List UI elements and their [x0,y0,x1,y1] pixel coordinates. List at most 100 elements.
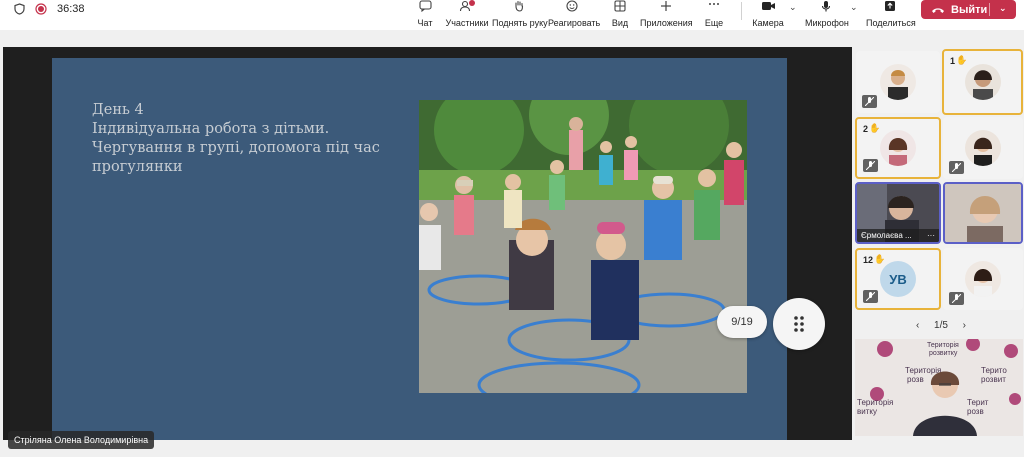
backdrop-text: Терито [981,366,1007,375]
camera-icon [761,2,775,10]
mic-button[interactable]: Микрофон [805,0,849,30]
view-label: Вид [611,18,629,28]
backdrop-text: витку [857,407,877,416]
avatar [880,130,916,166]
record-icon [35,3,47,15]
participant-tile[interactable] [856,51,940,113]
mic-muted-icon [863,159,878,172]
slide-line-1: День 4 [92,102,144,118]
emoji-icon [566,0,578,12]
view-button[interactable]: Вид [608,0,632,30]
slide-grid-button[interactable] [773,298,825,350]
backdrop-text: Територія [905,366,941,375]
self-video-tile[interactable]: Територія розвитку Територія розв Терито… [855,339,1023,436]
pager-next-icon[interactable]: › [963,320,966,331]
slide-line-3: Чергування в групі, допомога під час [92,140,380,156]
participant-pager: ‹ 1/5 › [916,318,966,332]
hand-icon [515,0,524,12]
dots-grid-icon [794,316,804,332]
react-label: Реагировать [548,18,601,28]
mic-muted-icon [863,290,878,303]
view-grid-icon [614,0,626,12]
raised-hand-icon: ✋ [869,123,881,133]
pager-label: 1/5 [934,319,948,331]
participant-name: Єрмолаєва ... [861,231,912,240]
mic-muted-icon [862,95,877,108]
backdrop-text: Територія [857,398,893,407]
hand-queue-number: 2 [863,123,869,134]
participants-label: Участники [445,18,489,28]
slide-text: День 4 Індивідуальна робота з дітьми. Че… [92,101,392,177]
more-button[interactable]: Еще [702,0,726,30]
mic-muted-icon [949,161,964,174]
toolbar-left: 36:38 [14,0,85,18]
backdrop-text: розвитку [929,350,958,357]
mic-muted-icon [949,292,964,305]
presenter-name-tag: Стріляна Олена Володимирівна [8,431,155,449]
participants-button[interactable]: Участники [444,0,490,30]
chat-icon [418,0,432,12]
raise-hand-label: Поднять руку [492,18,548,28]
backdrop-text: Терит [967,398,989,407]
avatar [880,64,916,100]
mic-options-chevron-icon[interactable]: ⌄ [850,2,858,13]
hand-queue-number: 1 [950,55,956,66]
apps-plus-icon [661,1,671,11]
slide-counter: 9/19 [717,306,767,338]
participant-tile[interactable]: 2 ✋ [855,117,941,179]
chat-label: Чат [417,18,433,28]
backdrop-text: розв [967,407,984,416]
camera-button[interactable]: Камера [752,0,784,30]
meeting-toolbar: 36:38 Чат Участники Поднять руку Реагиро… [0,0,1024,30]
leave-options-chevron-icon[interactable]: ⌄ [999,3,1007,14]
camera-label: Камера [752,18,784,28]
toolbar-divider [741,2,742,20]
shared-content-stage: День 4 Індивідуальна робота з дітьми. Че… [3,47,852,440]
chat-button[interactable]: Чат [412,0,438,30]
avatar-initials: УВ [880,261,916,297]
participant-tile[interactable] [943,248,1023,310]
shield-icon [14,3,25,15]
avatar [965,130,1001,166]
mic-label: Микрофон [805,18,849,28]
participant-video-tile[interactable] [943,182,1023,244]
more-label: Еще [704,18,724,28]
participant-tile[interactable]: 1 ✋ [942,49,1023,115]
camera-options-chevron-icon[interactable]: ⌄ [789,2,797,13]
avatar [964,64,1001,100]
presentation-slide: День 4 Індивідуальна робота з дітьми. Че… [52,58,787,440]
backdrop-text: Територія [927,341,959,349]
raised-hand-icon: ✋ [956,55,968,65]
backdrop-text: розв [907,375,924,384]
hand-queue-number: 12 [863,254,874,265]
share-screen-icon [885,1,895,11]
participant-video-tile[interactable]: Єрмолаєва ... ··· [855,182,941,244]
participant-name-bar: Єрмолаєва ... ··· [857,229,939,242]
participant-video [945,184,1021,242]
participant-more-icon[interactable]: ··· [927,231,935,240]
slide-line-4: прогулянки [92,159,183,175]
participant-tile[interactable] [943,117,1023,179]
share-button[interactable]: Поделиться [866,0,916,30]
pager-prev-icon[interactable]: ‹ [916,320,919,331]
apps-label: Приложения [640,18,693,28]
meeting-timer: 36:38 [57,3,85,15]
phone-hangup-icon [932,7,944,13]
more-dots-icon [709,3,719,5]
participant-tile[interactable]: 12 ✋ УВ [855,248,941,310]
slide-photo [419,100,747,393]
leave-button[interactable]: Выйти ⌄ [921,0,1016,19]
raised-hand-badge: 2 ✋ [863,123,880,134]
react-button[interactable]: Реагировать [548,0,601,30]
leave-label: Выйти [951,3,988,16]
people-icon [459,0,475,12]
raised-hand-icon: ✋ [874,254,886,264]
avatar [965,261,1001,297]
microphone-icon [821,1,831,12]
raise-hand-button[interactable]: Поднять руку [492,0,548,30]
apps-button[interactable]: Приложения [640,0,693,30]
backdrop-text: розвит [981,375,1006,384]
share-label: Поделиться [866,18,916,28]
leave-divider [989,3,990,16]
raised-hand-badge: 1 ✋ [950,55,967,66]
